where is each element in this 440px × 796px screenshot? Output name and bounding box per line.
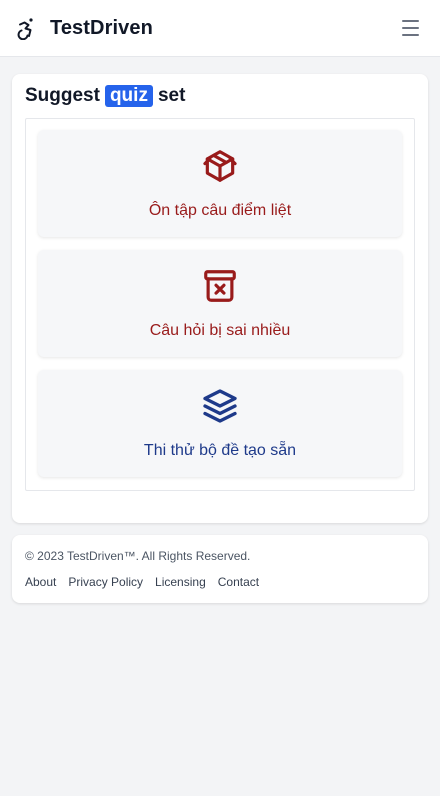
archive-x-icon [200, 266, 240, 306]
title-text-after: set [157, 85, 186, 106]
brand-name: TestDriven [50, 16, 153, 39]
menu-line [402, 27, 419, 29]
layers-icon [200, 386, 240, 426]
footer-link-contact[interactable]: Contact [218, 575, 259, 589]
package-icon [200, 146, 240, 186]
options-container: Ôn tập câu điểm liệt Câu hỏi bị sai nhiề… [25, 118, 415, 491]
footer-link-about[interactable]: About [25, 575, 56, 589]
footer-link-privacy[interactable]: Privacy Policy [68, 575, 143, 589]
option-critical-questions[interactable]: Ôn tập câu điểm liệt [38, 130, 402, 237]
menu-line [402, 34, 419, 36]
option-label: Câu hỏi bị sai nhiều [149, 322, 291, 339]
footer: © 2023 TestDriven™. All Rights Reserved.… [12, 535, 428, 603]
suggest-card: Suggest quiz set Ôn tập câu điểm liệt Câ… [12, 74, 428, 523]
option-premade-tests[interactable]: Thi thử bộ đề tạo sẵn [38, 370, 402, 477]
title-text-before: Suggest [25, 85, 100, 106]
accessibility-icon [14, 15, 40, 41]
option-label: Thi thử bộ đề tạo sẵn [143, 442, 297, 459]
brand[interactable]: TestDriven [14, 15, 153, 41]
menu-line [402, 20, 419, 22]
copyright-text: © 2023 TestDriven™. All Rights Reserved. [25, 549, 251, 563]
card-title: Suggest quiz set [25, 85, 185, 107]
quiz-badge: quiz [104, 85, 153, 107]
option-frequently-wrong[interactable]: Câu hỏi bị sai nhiều [38, 250, 402, 357]
footer-link-licensing[interactable]: Licensing [155, 575, 206, 589]
navbar: TestDriven [0, 0, 440, 57]
hamburger-menu-icon[interactable] [402, 18, 424, 38]
footer-links: About Privacy Policy Licensing Contact [25, 575, 415, 589]
option-label: Ôn tập câu điểm liệt [148, 202, 292, 219]
